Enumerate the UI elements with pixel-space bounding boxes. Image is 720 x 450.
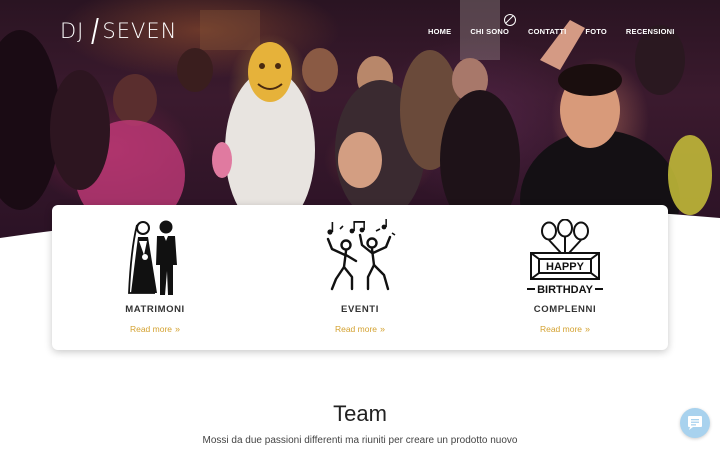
double-chevron-right-icon: » — [585, 324, 591, 334]
service-eventi: EVENTI Read more» — [270, 205, 450, 350]
read-more-link[interactable]: Read more» — [270, 324, 450, 334]
service-complenni: HAPPY BIRTHDAY COMPLENNI Read more» — [475, 205, 655, 350]
chat-bubble-icon — [688, 416, 702, 430]
main-nav: HOME CHI SONO CONTATTI FOTO RECENSIONI — [428, 27, 675, 37]
nav-item-contatti[interactable]: CONTATTI — [528, 27, 566, 37]
read-more-label: Read more — [334, 324, 378, 334]
dancing-people-icon — [326, 219, 396, 291]
double-chevron-right-icon: » — [380, 324, 386, 334]
site-logo[interactable]: DJ SEVEN — [60, 18, 177, 44]
service-matrimoni: MATRIMONI Read more» — [65, 205, 245, 350]
icon-text-happy: HAPPY — [546, 261, 585, 273]
nav-item-chi-sono[interactable]: CHI SONO — [470, 27, 509, 37]
service-title: MATRIMONI — [125, 304, 185, 315]
logo-text-dj: DJ — [60, 19, 85, 43]
read-more-label: Read more — [539, 324, 583, 334]
service-title: EVENTI — [341, 304, 379, 315]
logo-divider — [91, 18, 100, 44]
read-more-label: Read more — [129, 324, 173, 334]
nav-item-recensioni[interactable]: RECENSIONI — [626, 27, 675, 37]
double-chevron-right-icon: » — [175, 324, 181, 334]
team-heading: Team — [333, 401, 387, 426]
nav-item-home[interactable]: HOME — [428, 27, 451, 37]
logo-text-seven: SEVEN — [102, 19, 178, 43]
chat-button[interactable] — [680, 408, 710, 438]
read-more-link[interactable]: Read more» — [65, 324, 245, 334]
service-title: COMPLENNI — [533, 304, 597, 315]
icon-text-birthday: BIRTHDAY — [537, 284, 593, 296]
nav-item-foto[interactable]: FOTO — [585, 27, 607, 37]
wedding-couple-icon — [128, 220, 177, 295]
no-entry-icon — [504, 14, 516, 26]
read-more-link[interactable]: Read more» — [475, 324, 655, 334]
happy-birthday-icon: HAPPY BIRTHDAY — [527, 219, 603, 296]
services-card: MATRIMONI Read more» EVENTI Read more » … — [52, 205, 668, 350]
team-subtitle: Mossi da due passioni differenti ma riun… — [202, 435, 518, 446]
